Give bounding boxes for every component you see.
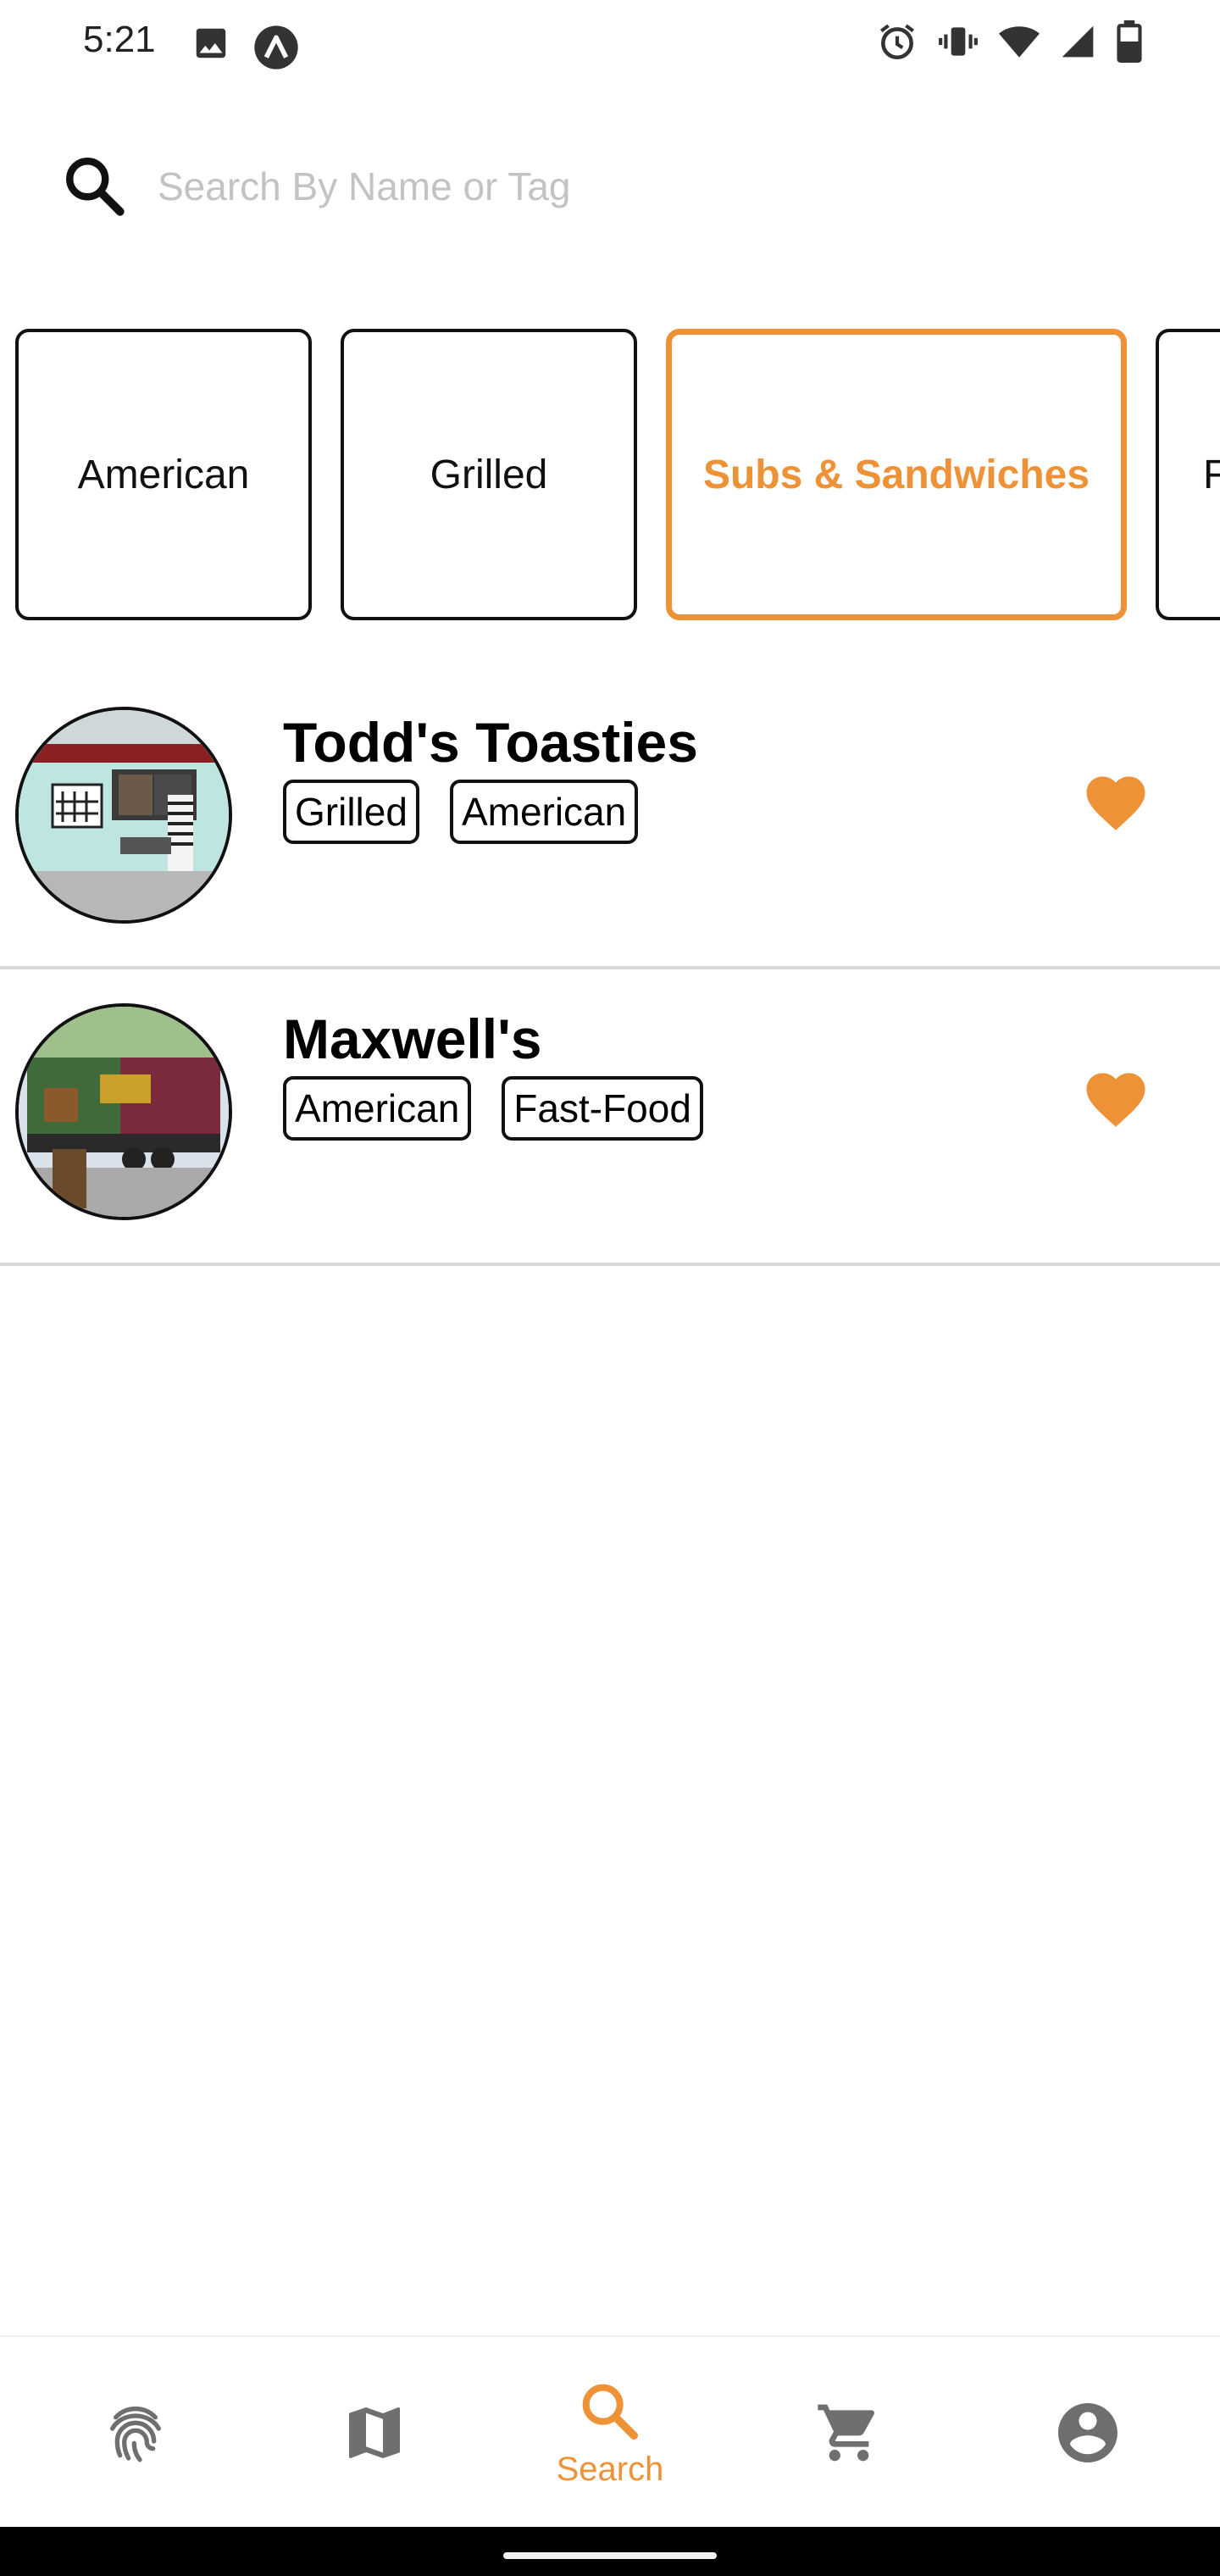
category-label: F (1203, 452, 1220, 498)
truck-tags: American Fast-Food (283, 1076, 703, 1141)
category-grilled[interactable]: Grilled (341, 329, 637, 620)
status-icons (876, 20, 1144, 63)
status-time: 5:21 (83, 19, 156, 60)
category-label: American (77, 452, 250, 497)
category-american[interactable]: American (15, 329, 312, 620)
nav-search[interactable]: Search (525, 2337, 695, 2529)
account-icon (1058, 2403, 1117, 2462)
truck-list-item[interactable]: Todd's Toasties Grilled American (0, 669, 1220, 969)
a-circle-icon (254, 25, 298, 69)
nav-search-label: Search (556, 2450, 664, 2488)
signal-icon (1062, 25, 1094, 58)
tag-chip[interactable]: American (449, 780, 639, 844)
tag-chip[interactable]: American (283, 1076, 472, 1141)
tag-chip[interactable]: Grilled (283, 780, 419, 844)
category-subs-sandwiches[interactable]: Subs & Sandwiches (666, 329, 1127, 620)
truck-avatar (15, 1003, 232, 1220)
fingerprint-icon (110, 2406, 161, 2462)
search-icon[interactable] (59, 151, 130, 222)
cart-icon (818, 2404, 875, 2462)
tag-chip[interactable]: Fast-Food (502, 1076, 703, 1141)
truck-tags: Grilled American (283, 780, 639, 844)
truck-avatar (15, 707, 232, 924)
category-label: Subs & Sandwiches (702, 452, 1090, 497)
search-bar (59, 144, 1161, 229)
nav-map[interactable] (290, 2337, 459, 2529)
map-icon (349, 2407, 400, 2458)
battery-icon (1117, 20, 1142, 63)
nav-account[interactable] (1003, 2337, 1173, 2529)
image-icon (196, 28, 226, 58)
truck-photo-todds (19, 710, 229, 920)
category-filter-row: American Grilled Subs & Sandwiches F (0, 329, 1220, 627)
truck-photo-maxwells (19, 1007, 229, 1217)
system-gesture-bar (0, 2527, 1220, 2576)
favorite-heart-icon[interactable] (1079, 768, 1152, 832)
nav-cart[interactable] (764, 2337, 934, 2529)
search-input[interactable] (156, 163, 1091, 210)
vibrate-icon (939, 27, 978, 56)
truck-list-item[interactable]: Maxwell's American Fast-Food (0, 966, 1220, 1266)
category-label: Grilled (430, 452, 548, 497)
status-bar: 5:21 (0, 0, 1220, 85)
truck-name: Maxwell's (283, 1008, 542, 1070)
bottom-navigation: Search (0, 2335, 1220, 2529)
wifi-icon (999, 26, 1040, 58)
alarm-icon (880, 24, 914, 60)
favorite-heart-icon[interactable] (1079, 1064, 1152, 1129)
category-partial[interactable]: F (1156, 329, 1220, 620)
home-gesture-handle[interactable] (503, 2552, 717, 2559)
nav-fingerprint[interactable] (51, 2337, 220, 2529)
truck-name: Todd's Toasties (283, 711, 698, 774)
app-screen: 5:21 Search By Name or Tag American Gril… (0, 0, 1220, 2576)
search-icon (582, 2384, 638, 2440)
